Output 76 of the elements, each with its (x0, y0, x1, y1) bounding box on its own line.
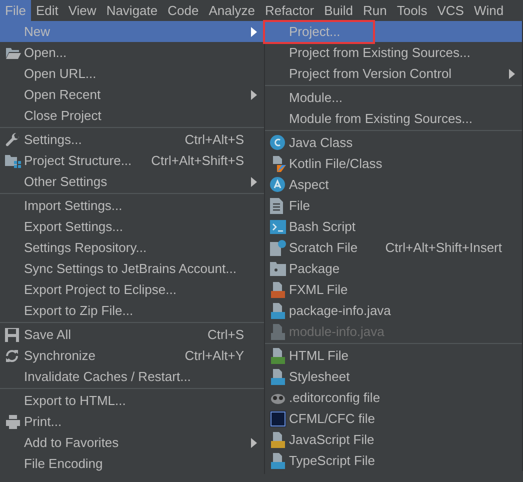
menu-bar-item[interactable]: Navigate (101, 0, 163, 21)
module-file-icon (270, 324, 286, 340)
menu-bar-item[interactable]: Code (162, 0, 204, 21)
shortcut-label: Ctrl+S (208, 327, 245, 342)
menu-bar-item[interactable]: Refactor (260, 0, 320, 21)
menu-item[interactable]: Save All Ctrl+S (0, 324, 264, 345)
menu-item[interactable]: Export to HTML... (0, 390, 264, 411)
menu-item[interactable]: JavaScript File (265, 429, 522, 450)
menu-item[interactable]: Open Recent (0, 84, 264, 105)
menu-bar-item[interactable]: Analyze (204, 0, 260, 21)
shortcut-label: Ctrl+Alt+Y (184, 348, 245, 363)
menu-bar-item[interactable]: Tools (392, 0, 432, 21)
menu-item[interactable]: Module... (265, 87, 522, 108)
kotlin-file-icon (270, 156, 286, 172)
menu-item[interactable]: Bash Script (265, 216, 522, 237)
menu-item[interactable]: Sync Settings to JetBrains Account... (0, 258, 264, 279)
menu-item[interactable]: Open URL... (0, 63, 264, 84)
menu-item[interactable]: Kotlin File/Class (265, 153, 522, 174)
menu-item[interactable]: HTML File (265, 345, 522, 366)
javascript-file-icon (270, 432, 286, 448)
menu-item[interactable]: File Encoding (0, 453, 264, 474)
menu-item[interactable]: TypeScript File (265, 450, 522, 471)
menu-item[interactable]: Other Settings (0, 171, 264, 192)
cfml-file-icon (270, 410, 286, 426)
shortcut-label: Ctrl+Alt+Shift+S (151, 153, 245, 168)
menu-item[interactable]: CFML/CFC file (265, 408, 522, 429)
menu-item[interactable]: Invalidate Caches / Restart... (0, 366, 264, 387)
folder-icon (5, 46, 21, 60)
menu-bar-item[interactable]: Edit (30, 0, 64, 21)
menu-item[interactable]: Java Class (265, 132, 522, 153)
html-file-icon (270, 348, 286, 364)
file-icon (270, 198, 283, 214)
package-icon (270, 262, 286, 276)
menu-item[interactable]: Export Project to Eclipse... (0, 279, 264, 300)
menu-item[interactable]: Print... (0, 411, 264, 432)
wrench-icon (5, 132, 21, 148)
typescript-file-icon (270, 452, 286, 468)
menu-item[interactable]: package-info.java (265, 300, 522, 321)
menu-item[interactable]: FXML File (265, 279, 522, 300)
java-file-icon (270, 302, 286, 318)
project-structure-icon (5, 154, 21, 168)
menu-item[interactable]: Project from Version Control (265, 63, 522, 84)
printer-icon (5, 414, 21, 428)
menu-item[interactable]: Aspect (265, 174, 522, 195)
menu-item[interactable]: Import Settings... (0, 195, 264, 216)
save-icon (5, 328, 19, 342)
menu-bar-item[interactable]: View (63, 0, 102, 21)
java-class-icon (270, 135, 285, 150)
fxml-file-icon (270, 282, 286, 298)
menu-bar-item[interactable]: Wind (468, 0, 509, 21)
menu-item[interactable]: Settings... Ctrl+Alt+S (0, 129, 264, 150)
menu-bar-item[interactable]: Run (358, 0, 392, 21)
menu-item[interactable]: Synchronize Ctrl+Alt+Y (0, 345, 264, 366)
scratch-file-icon (270, 240, 286, 256)
shortcut-label: Ctrl+Alt+S (184, 132, 245, 147)
terminal-icon (270, 220, 286, 234)
menu-item[interactable]: Scratch File Ctrl+Alt+Shift+Insert (265, 237, 522, 258)
menu-item[interactable]: Stylesheet (265, 366, 522, 387)
menu-item[interactable]: Module from Existing Sources... (265, 108, 522, 129)
menu-item[interactable]: .editorconfig file (265, 387, 522, 408)
menu-item[interactable]: Export Settings... (0, 216, 264, 237)
menu-item[interactable]: Settings Repository... (0, 237, 264, 258)
menu-item[interactable]: File (265, 195, 522, 216)
menu-item[interactable]: Project from Existing Sources... (265, 42, 522, 63)
css-file-icon (270, 368, 286, 384)
menu-item[interactable]: Open... (0, 42, 264, 63)
aspect-icon (270, 177, 285, 192)
menu-item[interactable]: Project Structure... Ctrl+Alt+Shift+S (0, 150, 264, 171)
menu-bar-item[interactable]: VCS (432, 0, 469, 21)
menu-item[interactable]: Add to Favorites (0, 432, 264, 453)
menu-bar-item[interactable]: Build (319, 0, 358, 21)
menu-item[interactable]: Close Project (0, 105, 264, 126)
menu-item[interactable]: Package (265, 258, 522, 279)
shortcut-label: Ctrl+Alt+Shift+Insert (385, 240, 503, 255)
menu-item[interactable]: Export to Zip File... (0, 300, 264, 321)
sync-icon (5, 348, 19, 362)
